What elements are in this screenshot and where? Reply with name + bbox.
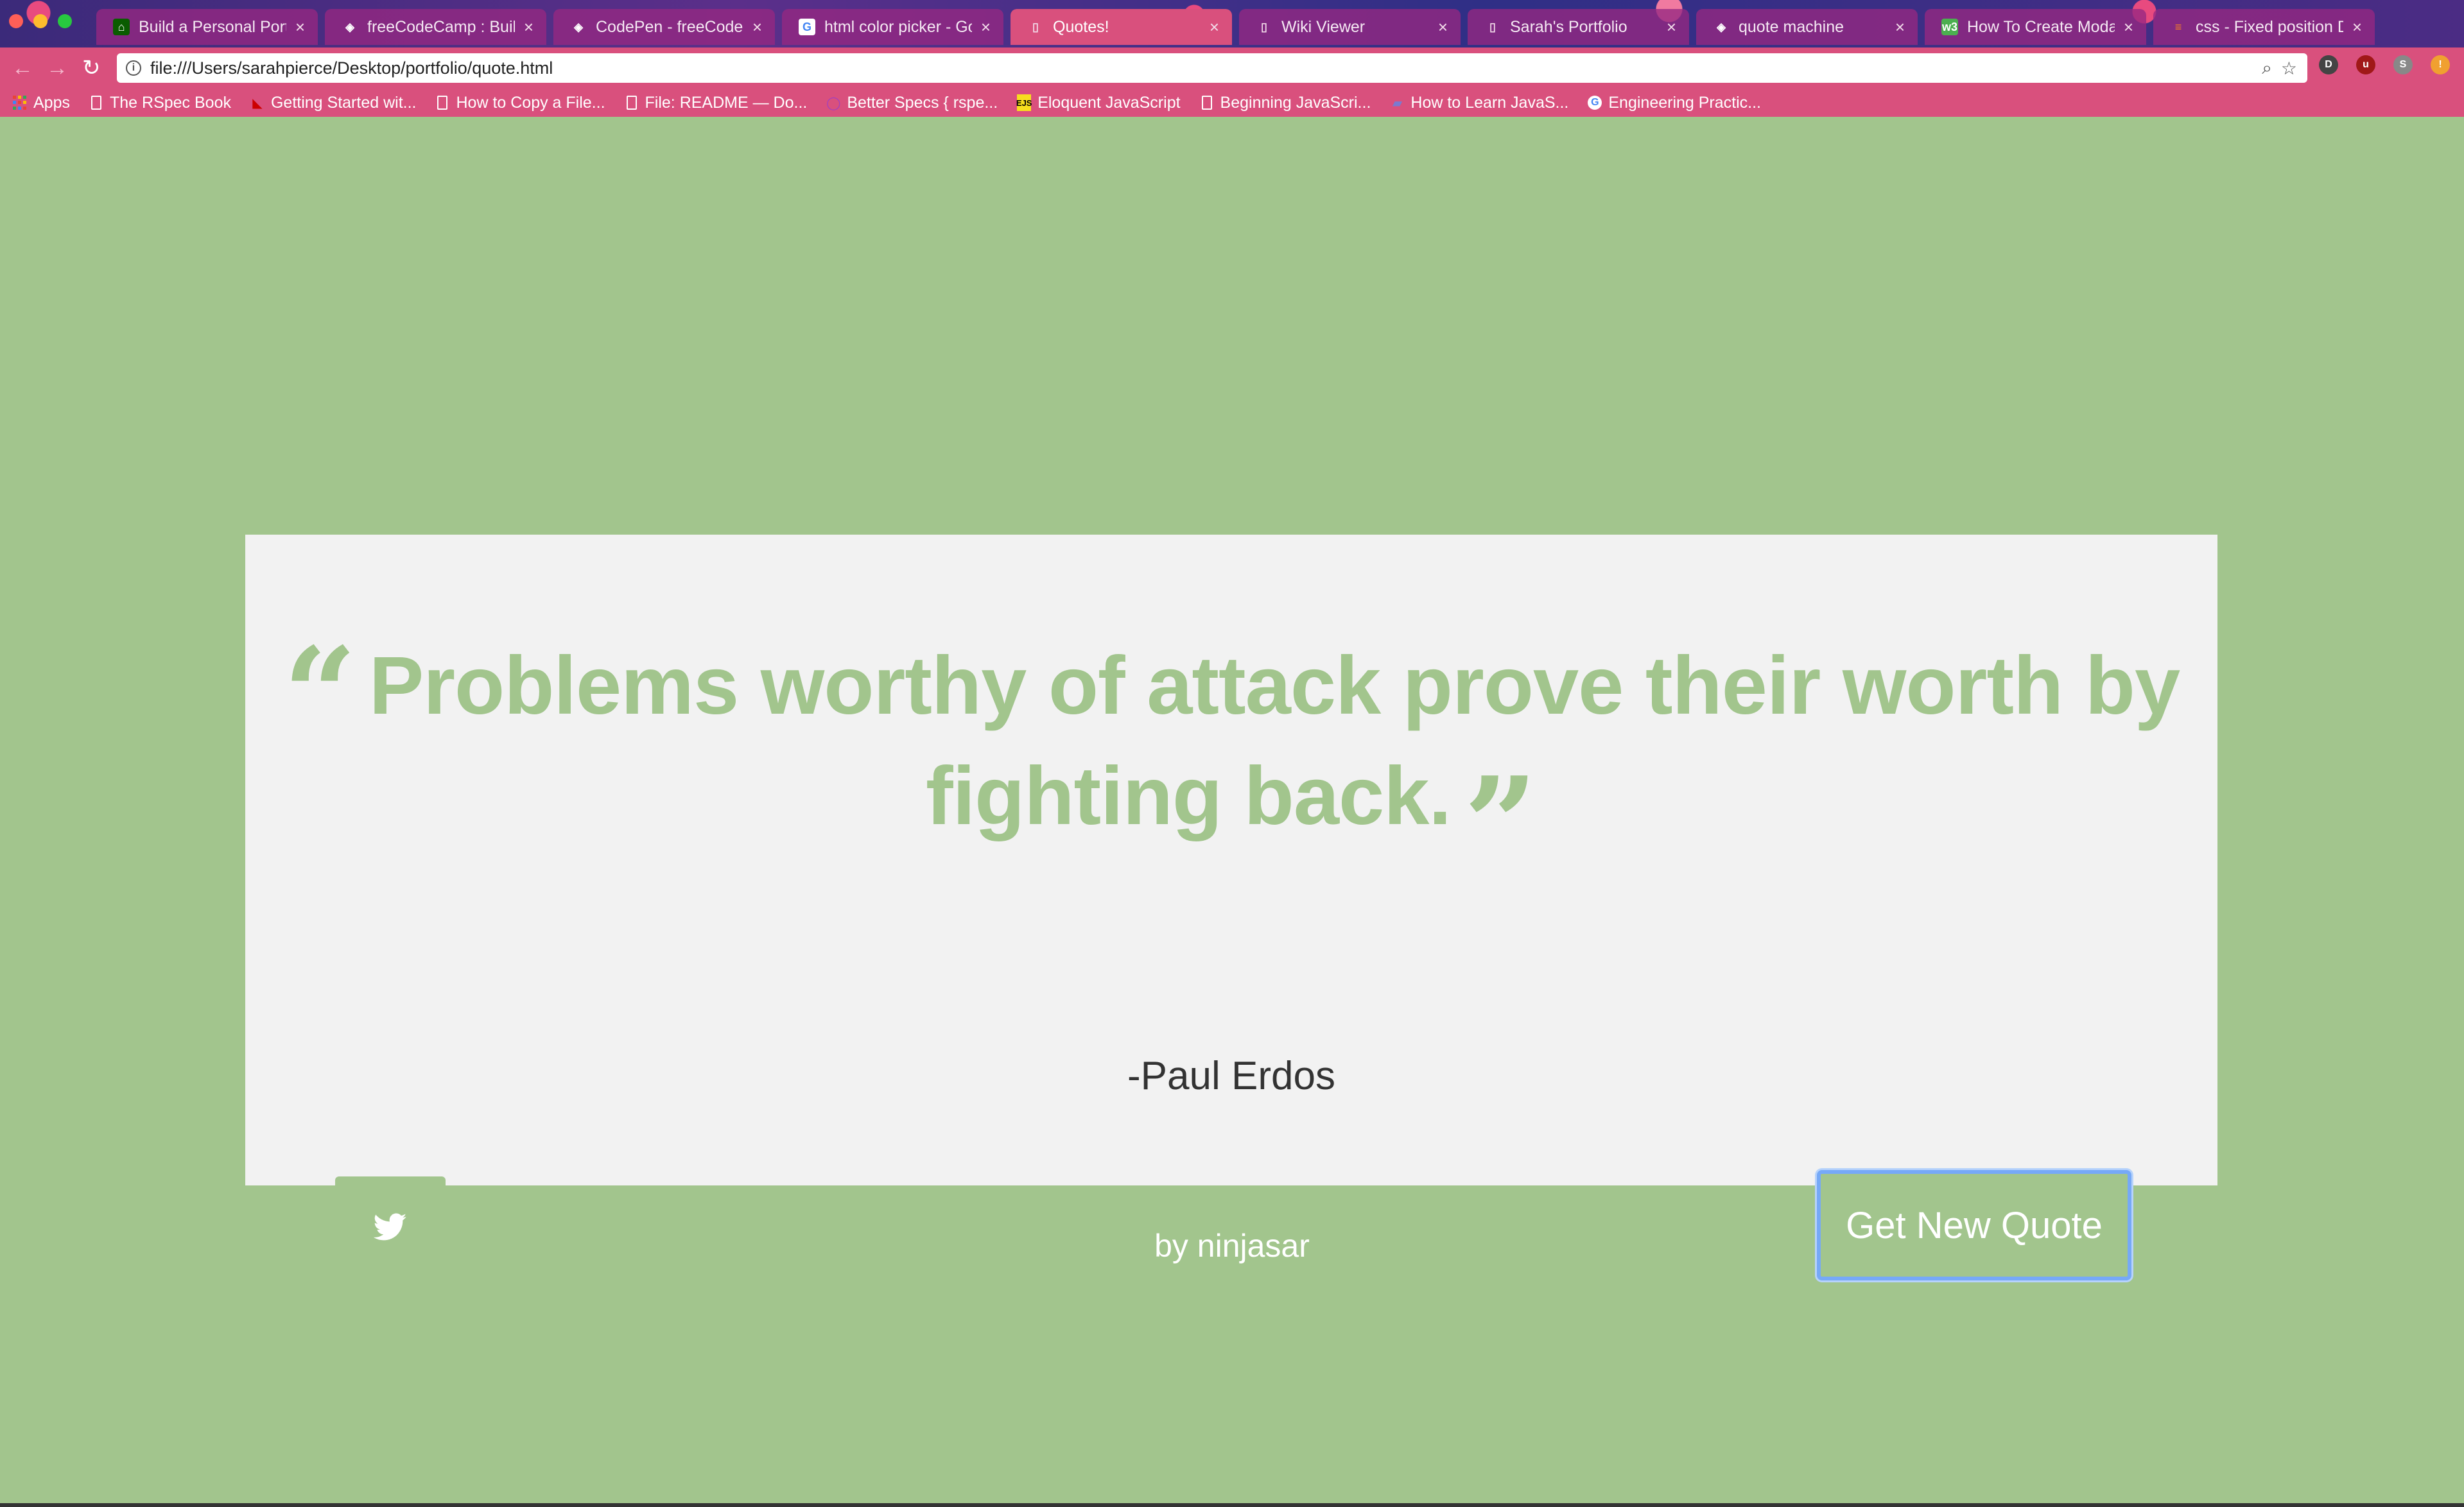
tab-3[interactable]: Ghtml color picker - Go ×: [782, 9, 1003, 45]
page-icon: [435, 94, 449, 111]
bookmark-item-3[interactable]: How to Copy a File...: [435, 94, 605, 112]
info-icon[interactable]: i: [126, 60, 141, 76]
tab-9[interactable]: ≡ css - Fixed position D ×: [2153, 9, 2375, 45]
alert-extension-icon[interactable]: !: [2431, 55, 2450, 74]
zoom-icon[interactable]: ⌕: [2262, 58, 2272, 79]
tab-title: css - Fixed position D: [2196, 17, 2343, 36]
tab-0[interactable]: ⌂ Build a Personal Portf ×: [96, 9, 318, 45]
bookmark-item-4[interactable]: File: README — Do...: [625, 93, 808, 112]
bookmark-item-0[interactable]: Apps: [13, 94, 70, 112]
close-tab-icon[interactable]: ×: [295, 17, 305, 37]
tab-5[interactable]: ▯ Wiki Viewer ×: [1239, 9, 1461, 45]
tab-title: quote machine: [1739, 17, 1844, 36]
google-icon: G: [1588, 96, 1602, 110]
bookmark-label: Engineering Practic...: [1608, 93, 1761, 112]
address-url[interactable]: file:///Users/sarahpierce/Desktop/portfo…: [150, 58, 2253, 78]
apps-icon: [13, 94, 27, 111]
bookmark-label: How to Copy a File...: [456, 93, 605, 112]
codepen-icon: ◈: [574, 20, 583, 33]
bookmark-star-icon[interactable]: ☆: [2281, 58, 2297, 79]
quote-block: “Problems worthy of attack prove their w…: [245, 619, 2217, 889]
browser-toolbar: ← → ↻ i file:///Users/sarahpierce/Deskto…: [0, 47, 2464, 89]
tab-title: Sarah's Portfolio: [1510, 17, 1627, 36]
bookmark-item-7[interactable]: Beginning JavaScri...: [1200, 94, 1371, 112]
close-window-icon[interactable]: [9, 14, 23, 28]
forward-icon[interactable]: →: [46, 55, 68, 81]
page-icon: [1200, 94, 1214, 111]
bookmark-item-1[interactable]: The RSpec Book: [89, 94, 231, 112]
tab-title: CodePen - freeCodeC: [596, 17, 743, 36]
close-tab-icon[interactable]: ×: [752, 17, 762, 37]
close-tab-icon[interactable]: ×: [1895, 17, 1905, 37]
address-bar[interactable]: i file:///Users/sarahpierce/Desktop/port…: [117, 53, 2307, 83]
google-icon: G: [799, 19, 815, 35]
bookmark-item-9[interactable]: G Engineering Practic...: [1588, 94, 1761, 112]
tab-1[interactable]: ◈ freeCodeCamp : Build ×: [325, 9, 546, 45]
bookmark-label: Getting Started wit...: [270, 93, 417, 112]
bookmark-label: How to Learn JavaS...: [1410, 93, 1569, 112]
bookmark-item-6[interactable]: EJS Eloquent JavaScript: [1016, 93, 1181, 112]
bookmark-item-2[interactable]: ◣ Getting Started wit...: [250, 93, 417, 112]
ublock-icon[interactable]: u: [2356, 55, 2375, 74]
tab-2[interactable]: ◈ CodePen - freeCodeC ×: [553, 9, 775, 45]
tab-6[interactable]: ▯ Sarah's Portfolio ×: [1468, 9, 1689, 45]
close-tab-icon[interactable]: ×: [2124, 17, 2133, 37]
bookmarks-bar: Apps The RSpec Book ◣ Getting Started wit..…: [0, 89, 2464, 117]
stackoverflow-icon: ≡: [2174, 20, 2182, 33]
close-tab-icon[interactable]: ×: [1438, 17, 1448, 37]
close-quote-icon: ”: [1463, 749, 1538, 900]
tab-title: How To Create Modal: [1967, 17, 2115, 36]
maximize-window-icon[interactable]: [58, 14, 72, 28]
footer-credit: by ninjasar: [1154, 1228, 1310, 1264]
codepen-icon: ◈: [345, 20, 354, 33]
close-tab-icon[interactable]: ×: [1210, 17, 1219, 37]
tab-4[interactable]: ▯ Quotes! ×: [1011, 9, 1232, 45]
fcc-icon: ⌂: [113, 19, 130, 35]
tab-7[interactable]: ◈ quote machine ×: [1696, 9, 1918, 45]
back-icon[interactable]: ←: [12, 55, 33, 81]
close-tab-icon[interactable]: ×: [2352, 17, 2362, 37]
page-icon: [89, 94, 103, 111]
window-bottom-edge: [0, 1503, 2464, 1507]
bookmark-label: Eloquent JavaScript: [1037, 93, 1181, 112]
tab-title: Wiki Viewer: [1281, 17, 1366, 36]
quote-author: -Paul Erdos: [1127, 1054, 1335, 1098]
bookmark-icon: ▰: [1392, 96, 1403, 110]
bookmark-label: Apps: [33, 93, 70, 112]
bookmark-label: Better Specs { rspe...: [847, 93, 998, 112]
close-tab-icon[interactable]: ×: [1667, 17, 1676, 37]
close-tab-icon[interactable]: ×: [524, 17, 534, 37]
minimize-window-icon[interactable]: [33, 14, 48, 28]
tab-title: Build a Personal Portf: [139, 17, 286, 36]
tab-title: html color picker - Go: [824, 17, 972, 36]
quote-text: Problems worthy of attack prove their wo…: [369, 640, 2180, 842]
tab-title: Quotes!: [1053, 17, 1109, 36]
tab-strip: ⌂ Build a Personal Portf × ◈ freeCodeCamp : …: [0, 0, 2464, 47]
bookmark-item-5[interactable]: ◯ Better Specs { rspe...: [826, 94, 998, 112]
ejs-icon: EJS: [1016, 94, 1032, 111]
reload-icon[interactable]: ↻: [82, 55, 101, 81]
tab-title: freeCodeCamp : Build: [367, 17, 515, 36]
skype-icon[interactable]: S: [2393, 55, 2413, 74]
bookmark-label: The RSpec Book: [109, 93, 231, 112]
bookmark-label: File: README — Do...: [645, 93, 808, 112]
open-quote-icon: “: [282, 619, 357, 770]
tab-8[interactable]: w3 How To Create Modal ×: [1925, 9, 2146, 45]
page-icon: ▯: [1032, 20, 1039, 33]
codepen-icon: ◈: [1717, 20, 1726, 33]
circle-icon: ◯: [826, 96, 841, 110]
quote-card: “Problems worthy of attack prove their w…: [245, 535, 2217, 1280]
bookmark-item-8[interactable]: ▰ How to Learn JavaS...: [1390, 93, 1569, 112]
bookmark-label: Beginning JavaScri...: [1220, 93, 1371, 112]
rails-icon: ◣: [252, 96, 263, 110]
page-icon: [625, 94, 639, 111]
page-icon: ▯: [1261, 20, 1267, 33]
page-icon: ▯: [1489, 20, 1496, 33]
extension-icon-1[interactable]: D: [2319, 55, 2338, 74]
page-body: “Problems worthy of attack prove their w…: [0, 117, 2464, 1503]
close-tab-icon[interactable]: ×: [981, 17, 991, 37]
w3-icon: w3: [1941, 19, 1958, 35]
